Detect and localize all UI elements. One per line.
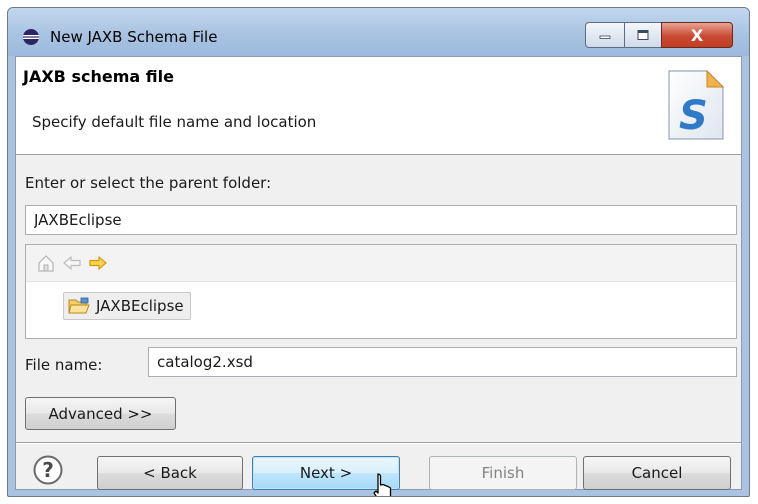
svg-text:?: ?	[42, 458, 54, 482]
button-bar-divider	[16, 442, 741, 444]
close-button[interactable]: X	[661, 22, 733, 48]
maximize-button[interactable]	[624, 22, 662, 48]
dialog-client-area: JAXB schema file Specify default file na…	[15, 56, 742, 496]
eclipse-icon	[23, 29, 39, 45]
parent-folder-input[interactable]	[25, 205, 737, 235]
tree-toolbar	[26, 245, 736, 282]
maximize-icon	[637, 30, 649, 40]
folder-tree[interactable]: JAXBEclipse	[25, 244, 737, 339]
mouse-cursor-icon	[373, 473, 392, 496]
window-title: New JAXB Schema File	[50, 28, 218, 46]
home-icon[interactable]	[36, 253, 56, 273]
close-icon: X	[690, 25, 704, 45]
file-name-input[interactable]	[148, 347, 737, 377]
back-button[interactable]: < Back	[97, 456, 243, 490]
parent-folder-label: Enter or select the parent folder:	[25, 174, 272, 192]
tree-item-label: JAXBEclipse	[96, 297, 184, 315]
file-name-label: File name:	[25, 356, 103, 374]
minimize-icon	[599, 35, 611, 39]
tree-item-jaxbeclipse[interactable]: JAXBEclipse	[63, 292, 191, 320]
wizard-banner: JAXB schema file Specify default file na…	[16, 57, 741, 155]
minimize-button[interactable]	[585, 22, 625, 48]
finish-button[interactable]: Finish	[429, 456, 577, 490]
banner-description: Specify default file name and location	[32, 113, 317, 131]
schema-s-icon: S	[668, 69, 725, 140]
cancel-button[interactable]: Cancel	[583, 456, 731, 490]
advanced-button[interactable]: Advanced >>	[25, 397, 176, 430]
forward-arrow-icon[interactable]	[88, 253, 108, 273]
back-arrow-icon[interactable]	[62, 253, 82, 273]
dialog-window: New JAXB Schema File X JAXB schema file …	[7, 7, 750, 497]
title-bar[interactable]: New JAXB Schema File X	[8, 8, 749, 56]
open-folder-icon	[68, 297, 90, 314]
banner-title: JAXB schema file	[23, 67, 174, 86]
svg-text:S: S	[679, 93, 708, 139]
help-icon[interactable]: ?	[32, 454, 64, 486]
